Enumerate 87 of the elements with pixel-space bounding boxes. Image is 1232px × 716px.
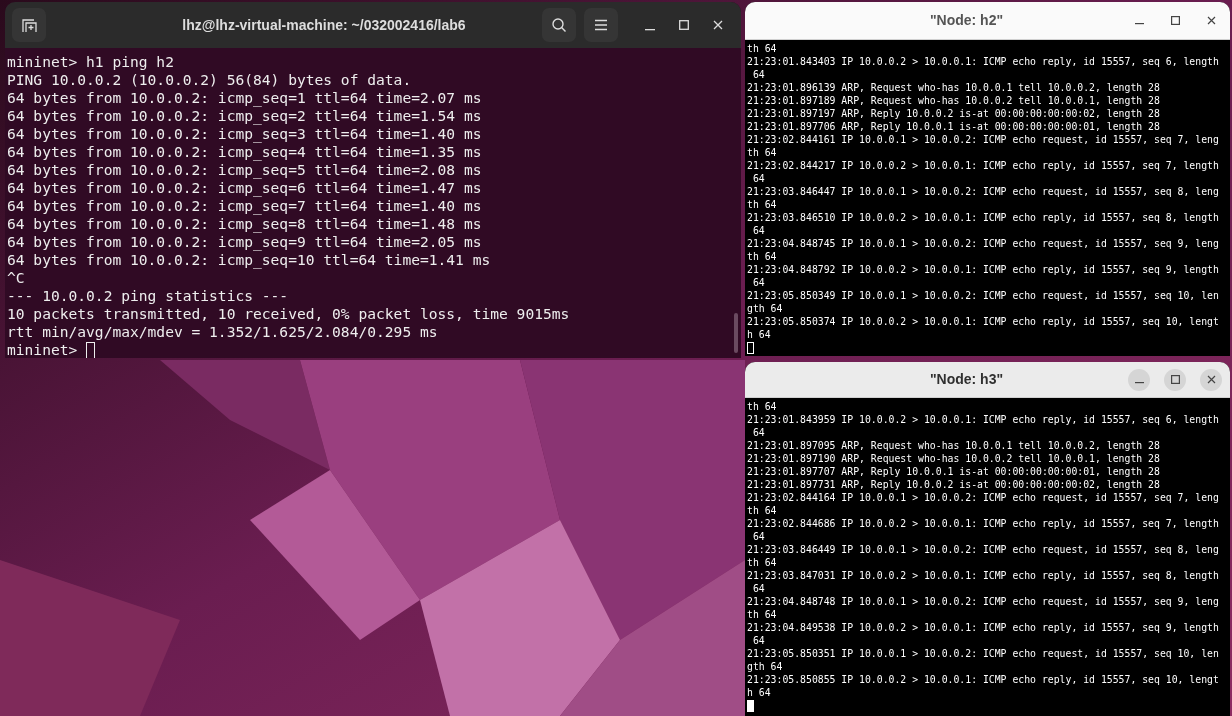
- minimize-icon: [1134, 382, 1144, 384]
- prompt: mininet>: [7, 341, 78, 358]
- terminal-line: 64: [751, 426, 766, 439]
- terminal-line: 21:23:05.850855 IP 10.0.0.2 > 10.0.0.1: ICMP echo reply, id 15557, seq 10, lengt: [747, 673, 1220, 686]
- maximize-button[interactable]: [678, 19, 690, 31]
- terminal-line: 21:23:01.843403 IP 10.0.0.2 > 10.0.0.1: ICMP echo reply, id 15557, seq 6, length: [747, 55, 1220, 68]
- window-title: "Node: h3": [929, 370, 1004, 389]
- cursor: [86, 341, 96, 358]
- terminal-line: 64 bytes from 10.0.0.2: icmp_seq=2 ttl=64 time=1.54 ms: [7, 107, 483, 125]
- terminal-line: 21:23:05.850374 IP 10.0.0.2 > 10.0.0.1: ICMP echo reply, id 15557, seq 10, lengt: [747, 315, 1220, 328]
- terminal-line: 64: [751, 68, 766, 81]
- terminal-line: 21:23:02.844686 IP 10.0.0.2 > 10.0.0.1: ICMP echo reply, id 15557, seq 7, length: [747, 517, 1220, 530]
- terminal-line: 21:23:04.848745 IP 10.0.0.1 > 10.0.0.2: ICMP echo request, id 15557, seq 9, leng: [747, 237, 1220, 250]
- terminal-line: gth 64: [747, 302, 784, 315]
- close-icon: [713, 20, 723, 30]
- terminal-line: 64 bytes from 10.0.0.2: icmp_seq=7 ttl=64 time=1.40 ms: [7, 197, 483, 215]
- terminal-line: 21:23:05.850349 IP 10.0.0.1 > 10.0.0.2: ICMP echo request, id 15557, seq 10, len: [747, 289, 1220, 302]
- new-tab-button[interactable]: [12, 8, 46, 42]
- terminal-line: th 64: [747, 556, 778, 569]
- terminal-line: 21:23:05.850351 IP 10.0.0.1 > 10.0.0.2: ICMP echo request, id 15557, seq 10, len: [747, 647, 1220, 660]
- maximize-icon: [1170, 375, 1180, 384]
- search-icon: [551, 17, 567, 33]
- terminal-line: 64 bytes from 10.0.0.2: icmp_seq=1 ttl=64 time=2.07 ms: [7, 89, 483, 107]
- terminal-line: 64 bytes from 10.0.0.2: icmp_seq=8 ttl=64 time=1.48 ms: [7, 215, 483, 233]
- terminal-line: 21:23:01.897095 ARP, Request who-has 10.0.0.1 tell 10.0.0.2, length 28: [747, 439, 1161, 452]
- terminal-line: 64: [751, 634, 766, 647]
- close-icon: [1206, 375, 1216, 384]
- terminal-line: 64: [751, 276, 766, 289]
- terminal-line: 21:23:04.848792 IP 10.0.0.2 > 10.0.0.1: ICMP echo reply, id 15557, seq 9, length: [747, 263, 1220, 276]
- terminal-line: 64: [751, 582, 766, 595]
- close-icon: [1206, 16, 1216, 25]
- search-button[interactable]: [542, 8, 576, 42]
- terminal-line: 21:23:01.897707 ARP, Reply 10.0.0.1 is-at 00:00:00:00:00:01, length 28: [747, 465, 1161, 478]
- terminal-line: 21:23:02.844217 IP 10.0.0.2 > 10.0.0.1: ICMP echo reply, id 15557, seq 7, length: [747, 159, 1220, 172]
- menu-icon: [594, 19, 608, 31]
- terminal-line: 21:23:03.846510 IP 10.0.0.2 > 10.0.0.1: ICMP echo reply, id 15557, seq 8, length: [747, 211, 1220, 224]
- window-title: "Node: h2": [929, 11, 1004, 30]
- terminal-line: 21:23:01.896139 ARP, Request who-has 10.0.0.1 tell 10.0.0.2, length 28: [747, 81, 1161, 94]
- terminal-line: 21:23:01.897197 ARP, Reply 10.0.0.2 is-at 00:00:00:00:00:02, length 28: [747, 107, 1161, 120]
- maximize-icon: [1170, 16, 1180, 25]
- terminal-line: 64 bytes from 10.0.0.2: icmp_seq=6 ttl=64 time=1.47 ms: [7, 179, 483, 197]
- minimize-icon: [1134, 23, 1144, 25]
- terminal-line: th 64: [747, 250, 778, 263]
- terminal-line: 64 bytes from 10.0.0.2: icmp_seq=9 ttl=64 time=2.05 ms: [7, 233, 483, 251]
- terminal-line: h 64: [747, 328, 772, 341]
- terminal-line: th 64: [747, 504, 778, 517]
- terminal-line: th 64: [747, 146, 778, 159]
- scrollbar[interactable]: [734, 313, 738, 353]
- terminal-line: 21:23:01.843959 IP 10.0.0.2 > 10.0.0.1: ICMP echo reply, id 15557, seq 6, length: [747, 413, 1220, 426]
- terminal-line: mininet> h1 ping h2: [7, 53, 175, 71]
- window-title: lhz@lhz-virtual-machine: ~/032002416/lab6: [181, 15, 466, 35]
- maximize-button[interactable]: [1164, 368, 1186, 391]
- terminal-line: 21:23:01.897190 ARP, Request who-has 10.0.0.2 tell 10.0.0.1, length 28: [747, 452, 1161, 465]
- terminal-line: 21:23:03.846449 IP 10.0.0.1 > 10.0.0.2: ICMP echo request, id 15557, seq 8, leng: [747, 543, 1220, 556]
- terminal-line: 64 bytes from 10.0.0.2: icmp_seq=3 ttl=64 time=1.40 ms: [7, 125, 483, 143]
- terminal-line: 21:23:02.844161 IP 10.0.0.1 > 10.0.0.2: ICMP echo request, id 15557, seq 7, leng: [747, 133, 1220, 146]
- terminal-line: 21:23:01.897706 ARP, Reply 10.0.0.1 is-at 00:00:00:00:00:01, length 28: [747, 120, 1161, 133]
- terminal-line: 21:23:01.897189 ARP, Request who-has 10.0.0.2 tell 10.0.0.1, length 28: [747, 94, 1161, 107]
- terminal-line: gth 64: [747, 660, 784, 673]
- terminal-line: 21:23:03.847031 IP 10.0.0.2 > 10.0.0.1: ICMP echo reply, id 15557, seq 8, length: [747, 569, 1220, 582]
- terminal-line: th 64: [747, 608, 778, 621]
- terminal-line: rtt min/avg/max/mdev = 1.352/1.625/2.084/0.295 ms: [7, 323, 439, 341]
- terminal-line: 21:23:03.846447 IP 10.0.0.1 > 10.0.0.2: ICMP echo request, id 15557, seq 8, leng: [747, 185, 1220, 198]
- close-button[interactable]: [1200, 368, 1222, 391]
- terminal-line: 21:23:04.849538 IP 10.0.0.2 > 10.0.0.1: ICMP echo reply, id 15557, seq 9, length: [747, 621, 1220, 634]
- close-button[interactable]: [712, 19, 724, 31]
- terminal-line: th 64: [747, 198, 778, 211]
- terminal-line: --- 10.0.0.2 ping statistics ---: [7, 287, 290, 305]
- terminal-line: 10 packets transmitted, 10 received, 0% packet loss, time 9015ms: [7, 305, 571, 323]
- terminal-line: 64: [751, 172, 766, 185]
- terminal-line: 64 bytes from 10.0.0.2: icmp_seq=5 ttl=64 time=2.08 ms: [7, 161, 483, 179]
- terminal-line: 64: [751, 530, 766, 543]
- terminal-line: ^C: [7, 269, 26, 287]
- new-tab-icon: [21, 17, 37, 33]
- terminal-line: 64 bytes from 10.0.0.2: icmp_seq=4 ttl=64 time=1.35 ms: [7, 143, 483, 161]
- terminal-line: th 64: [747, 42, 778, 55]
- terminal-line: 64 bytes from 10.0.0.2: icmp_seq=10 ttl=64 time=1.41 ms: [7, 251, 492, 269]
- terminal-line: 21:23:01.897731 ARP, Reply 10.0.0.2 is-at 00:00:00:00:00:02, length 28: [747, 478, 1161, 491]
- terminal-line: th 64: [747, 400, 778, 413]
- terminal-line: 21:23:04.848748 IP 10.0.0.1 > 10.0.0.2: ICMP echo request, id 15557, seq 9, leng: [747, 595, 1220, 608]
- terminal-line: 21:23:02.844164 IP 10.0.0.1 > 10.0.0.2: ICMP echo request, id 15557, seq 7, leng: [747, 491, 1220, 504]
- terminal-line: h 64: [747, 686, 772, 699]
- maximize-icon: [679, 20, 689, 30]
- terminal-line: PING 10.0.0.2 (10.0.0.2) 56(84) bytes of data.: [7, 71, 413, 89]
- terminal-line: 64: [751, 224, 766, 237]
- minimize-icon: [645, 29, 655, 31]
- menu-button[interactable]: [584, 8, 618, 42]
